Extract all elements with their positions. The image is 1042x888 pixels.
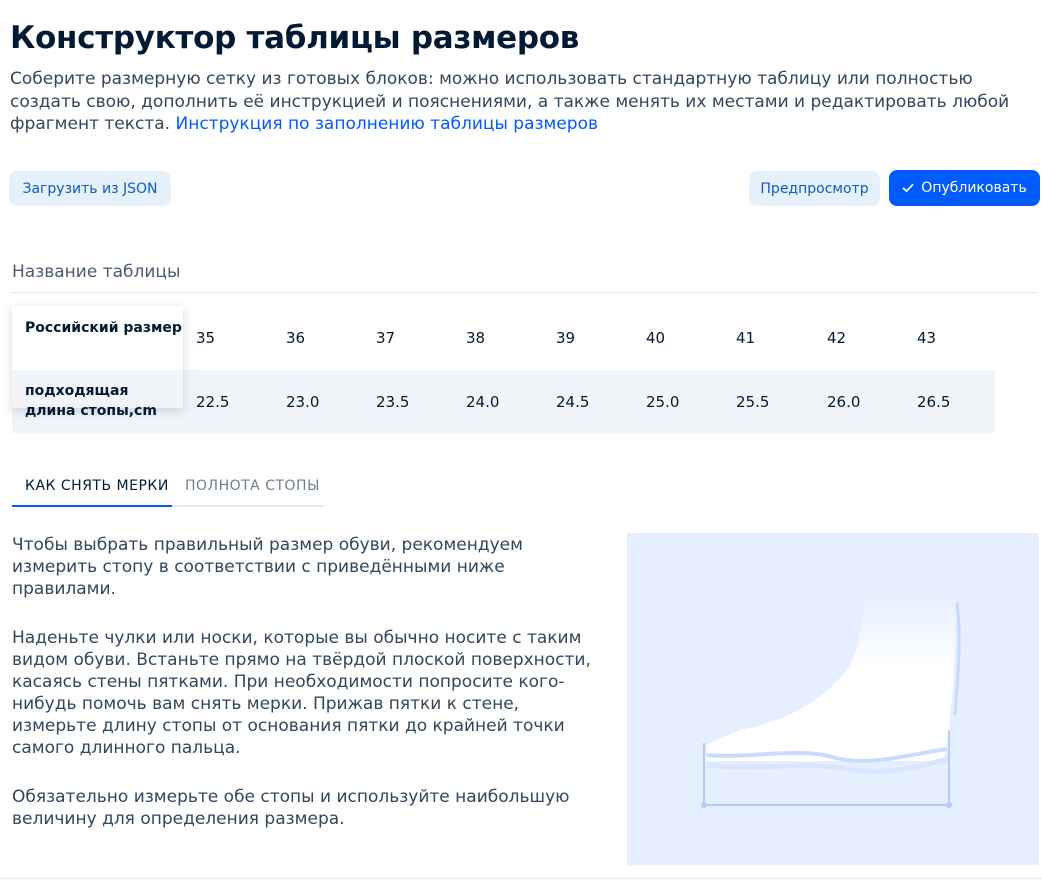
table-name-input[interactable]: Название таблицы (12, 262, 180, 282)
table-cell[interactable]: 39 (556, 329, 575, 347)
tab-how-to-measure[interactable]: КАК СНЯТЬ МЕРКИ (25, 478, 169, 494)
table-cell[interactable]: 37 (376, 329, 395, 347)
table-cell[interactable]: 25.5 (736, 393, 769, 411)
table-cell[interactable]: 25.0 (646, 393, 679, 411)
page-description: Соберите размерную сетку из готовых блок… (10, 68, 1030, 136)
table-cell[interactable]: 40 (646, 329, 665, 347)
table-cell[interactable]: 35 (196, 329, 215, 347)
table-cell[interactable]: 36 (286, 329, 305, 347)
table-cell[interactable]: 24.0 (466, 393, 499, 411)
instruction-paragraph: Обязательно измерьте обе стопы и использ… (12, 787, 570, 829)
table-cell[interactable]: 23.5 (376, 393, 409, 411)
page-title: Конструктор таблицы размеров (10, 20, 580, 56)
load-json-button[interactable]: Загрузить из JSON (9, 171, 171, 206)
instruction-paragraph: Наденьте чулки или носки, которые вы обы… (12, 628, 591, 758)
table-header-column: Российский размер подходящая длина стопы… (12, 306, 183, 419)
table-cell[interactable]: 42 (827, 329, 846, 347)
table-cell[interactable]: 41 (736, 329, 755, 347)
foot-measurement-illustration (627, 533, 1039, 865)
foot-illustration-icon (701, 593, 961, 808)
table-cell[interactable]: 22.5 (196, 393, 229, 411)
publish-button[interactable]: Опубликовать (889, 170, 1040, 206)
table-name-divider (10, 292, 1038, 293)
active-tab-indicator (12, 505, 172, 507)
row-header-foot-length[interactable]: подходящая длина стопы,cm (25, 381, 175, 421)
table-cell[interactable]: 26.5 (917, 393, 950, 411)
row-header-size[interactable]: Российский размер (25, 318, 182, 338)
publish-label: Опубликовать (921, 180, 1027, 196)
check-icon (902, 183, 914, 193)
table-cell[interactable]: 26.0 (827, 393, 860, 411)
tab-foot-width[interactable]: ПОЛНОТА СТОПЫ (185, 478, 320, 494)
table-cell[interactable]: 24.5 (556, 393, 589, 411)
instruction-paragraph: Чтобы выбрать правильный размер обуви, р… (12, 535, 523, 599)
table-cell[interactable]: 23.0 (286, 393, 319, 411)
page-bottom-divider (0, 878, 1042, 879)
preview-button[interactable]: Предпросмотр (749, 171, 880, 206)
table-cell[interactable]: 43 (917, 329, 936, 347)
table-cell[interactable]: 38 (466, 329, 485, 347)
instruction-link[interactable]: Инструкция по заполнению таблицы размеро… (176, 114, 599, 134)
